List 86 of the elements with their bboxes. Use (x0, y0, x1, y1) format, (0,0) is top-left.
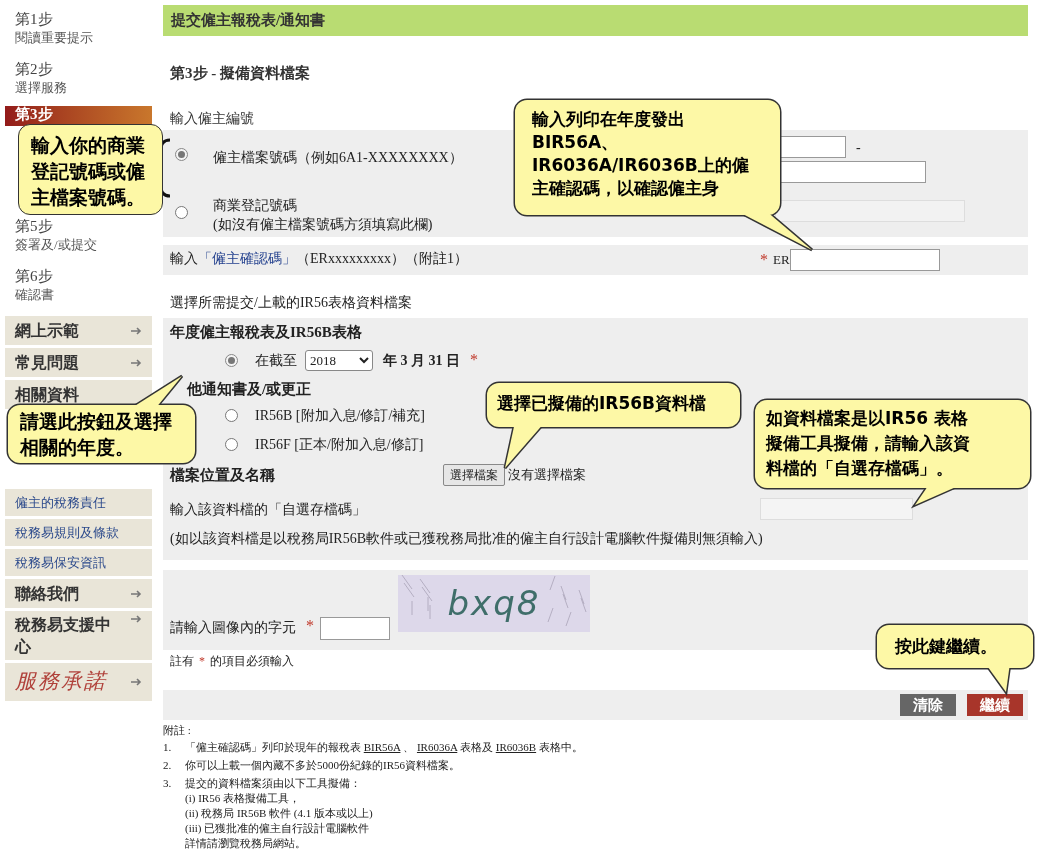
input-field[interactable] (320, 617, 390, 640)
step-subtitle: 閱讀重要提示 (15, 29, 94, 46)
note-text: (ii) 稅務局 IR56B 軟件 (4.1 版本或以上) (185, 806, 373, 821)
prefix-text: ER (773, 251, 790, 270)
step-title[interactable]: 第6步 (15, 267, 142, 286)
menu-label: 僱主的稅務責任 (15, 493, 106, 512)
note-link[interactable]: IR6036A (416, 741, 458, 753)
menu-item[interactable]: 僱主的稅務責任 (5, 489, 152, 516)
note-text: (i) IR56 表格擬備工具， (185, 791, 300, 806)
required-mark: * (306, 616, 314, 636)
radio-button[interactable] (225, 409, 238, 422)
required-mark: * (470, 350, 478, 370)
page-header: 提交僱主報稅表/通知書 (163, 5, 1028, 36)
notes-title: 附註 : (163, 723, 191, 738)
note-link[interactable]: IR6036B (495, 741, 537, 753)
year-dropdown[interactable]: 2018 (305, 349, 373, 371)
captcha-text: bxq8 (447, 582, 541, 625)
date-text: 年 3 月 31 日 (383, 351, 460, 370)
step-subtitle: 選擇服務 (15, 79, 68, 96)
choose-file-button[interactable]: 選擇檔案 (443, 464, 505, 486)
menu-label: 稅務易規則及條款 (15, 523, 119, 542)
menu-item[interactable]: 聯絡我們 (5, 579, 152, 608)
radio-button[interactable] (225, 438, 238, 451)
note-text: 的項目必須輸入 (210, 653, 294, 670)
callout-text: 如資料檔案是以IR56 表格 擬備工具擬備，請輸入該資 料檔的「自選存檔碼」。 (766, 407, 970, 480)
note-text: 「僱主確認碼」列印於現年的報稅表 BIR56A 、 IR6036A 表格及 IR6036B 表格中。 (185, 740, 583, 755)
option-label: 商業登記號碼 (213, 197, 297, 215)
note-text: 詳情請瀏覽稅務局網站。 (185, 836, 306, 851)
menu-item[interactable]: 稅務易支援中心 (5, 611, 152, 660)
required-mark: * (199, 653, 205, 670)
note-number: 1. (163, 740, 173, 755)
required-mark: * (760, 250, 768, 270)
step-title[interactable]: 第1步 (15, 10, 142, 29)
radio-button[interactable] (175, 206, 188, 219)
field-label: 檔案位置及名稱 (170, 465, 276, 485)
input-field[interactable] (789, 249, 940, 271)
menu-item[interactable]: 稅務易規則及條款 (5, 519, 152, 546)
confirmation-label: 輸入「僱主確認碼」（ERxxxxxxxxx）（附註1） (170, 250, 469, 268)
separator-text: - (856, 138, 861, 157)
section-label: 輸入僱主編號 (170, 110, 254, 126)
menu-label: 網上示範 (15, 320, 80, 341)
section-label: 選擇所需提交/上載的IR56表格資料檔案 (170, 294, 412, 310)
menu-label: 聯絡我們 (15, 583, 80, 604)
menu-item[interactable]: 服務承諾 (5, 663, 152, 701)
callout-text: 輸入列印在年度發出 BIR56A、 IR6036A/IR6036B上的僱 主確認碼，以確認僱主身 (532, 108, 749, 200)
note-number: 3. (163, 776, 173, 791)
note-text: (iii) 已獲批准的僱主自行設計電腦軟件 (185, 821, 370, 836)
note-text: 提交的資料檔案須由以下工具擬備： (185, 776, 361, 791)
radio-button[interactable] (175, 148, 188, 161)
continue-button[interactable]: 繼續 (967, 694, 1023, 716)
subsection-heading: 他通知書及/或更正 (187, 380, 312, 399)
step-heading: 第3步 - 擬備資料檔案 (169, 64, 311, 82)
callout-text: 請選此按鈕及選擇 相關的年度。 (20, 409, 172, 460)
clear-button[interactable]: 清除 (900, 694, 956, 716)
subsection-heading: 年度僱主報稅表及IR56B表格 (170, 323, 362, 342)
menu-item[interactable]: 常見問題 (5, 348, 152, 377)
file-status: 沒有選擇檔案 (508, 466, 586, 485)
step-item[interactable]: 第3步 (5, 106, 152, 126)
menu-item[interactable]: 網上示範 (5, 316, 152, 345)
step-subtitle: 確認書 (15, 286, 55, 303)
hint-text: (如以該資料檔是以稅務局IR56B軟件或已獲稅務局批准的僱主自行設計電腦軟件擬備則無須輸入) (170, 530, 763, 548)
option-label: 僱主檔案號碼（例如6A1-XXXXXXXX） (213, 149, 463, 167)
option-label: 在截至 (255, 351, 297, 370)
menu-label: 相關資料 (15, 384, 79, 405)
option-label: IR56B [附加入息/修訂/補充] (255, 407, 425, 425)
confirmation-link[interactable]: 「僱主確認碼」 (198, 251, 296, 266)
callout-text: 選擇已擬備的IR56B資料檔 (497, 392, 707, 415)
step-title[interactable]: 第5步 (15, 217, 142, 236)
note-number: 2. (163, 758, 173, 773)
menu-label: 稅務易保安資訊 (15, 553, 106, 572)
field-label: 輸入該資料檔的「自選存檔碼」 (170, 500, 367, 519)
callout-text: 按此鍵繼續。 (895, 635, 997, 658)
callout-tooltip: 輸入你的商業 登記號碼或僱 主檔案號碼。 (18, 124, 163, 215)
step-title[interactable]: 第2步 (15, 60, 142, 79)
menu-item[interactable]: 稅務易保安資訊 (5, 549, 152, 576)
menu-label: 常見問題 (15, 352, 80, 373)
option-note: (如沒有僱主檔案號碼方須填寫此欄) (213, 216, 433, 234)
note-text: 註有 (170, 653, 194, 670)
radio-button[interactable] (225, 353, 238, 367)
note-text: 你可以上載一個內藏不多於5000份紀錄的IR56資料檔案。 (185, 758, 460, 773)
field-label: 請輸入圖像內的字元 (170, 619, 296, 637)
note-link[interactable]: BIR56A (363, 741, 401, 753)
option-label: IR56F [正本/附加入息/修訂] (255, 436, 424, 454)
logo-text: 服務承諾 (15, 668, 109, 696)
menu-label: 稅務易支援中心 (15, 615, 112, 657)
step-subtitle: 簽署及/或提交 (15, 236, 98, 253)
